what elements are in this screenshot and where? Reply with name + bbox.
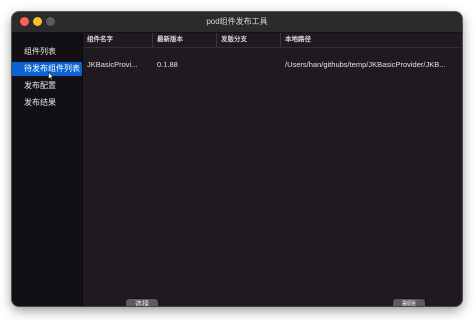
column-header-version[interactable]: 最新版本	[153, 33, 217, 47]
cell-latest-version: 0.1.88	[157, 60, 178, 69]
sidebar-item-component-list[interactable]: 组件列表	[12, 45, 82, 59]
window-title: pod组件发布工具	[206, 17, 268, 26]
sidebar-item-publish-config[interactable]: 发布配置	[12, 79, 82, 93]
pointer-cursor-icon	[48, 72, 54, 80]
column-header-name[interactable]: 组件名字	[83, 33, 153, 47]
sidebar-item-pending-components[interactable]: 待发布组件列表	[12, 62, 82, 76]
cell-component-name: JKBasicProvi...	[87, 60, 138, 69]
sidebar: 组件列表 待发布组件列表 发布配置 发布结果	[12, 33, 83, 306]
app-window: pod组件发布工具 组件列表 待发布组件列表 发布配置 发布结果 组件名字 最新…	[12, 12, 462, 306]
cell-release-branch[interactable]	[217, 58, 281, 72]
table-row[interactable]: JKBasicProvi... 0.1.88 /Users/han/github…	[83, 58, 462, 72]
cell-local-path: /Users/han/githubs/temp/JKBasicProvider/…	[285, 60, 446, 69]
select-button[interactable]: 选择	[126, 299, 158, 306]
main-content: 组件名字 最新版本 发版分支 本地路径 JKBasicProvi... 0.1.…	[83, 33, 462, 306]
sidebar-item-publish-result[interactable]: 发布结果	[12, 96, 82, 110]
delete-button[interactable]: 删除	[393, 299, 425, 306]
table-header: 组件名字 最新版本 发版分支 本地路径	[83, 33, 462, 48]
column-header-local-path[interactable]: 本地路径	[281, 33, 462, 47]
title-bar[interactable]: pod组件发布工具	[12, 12, 462, 33]
column-header-branch[interactable]: 发版分支	[217, 33, 281, 47]
